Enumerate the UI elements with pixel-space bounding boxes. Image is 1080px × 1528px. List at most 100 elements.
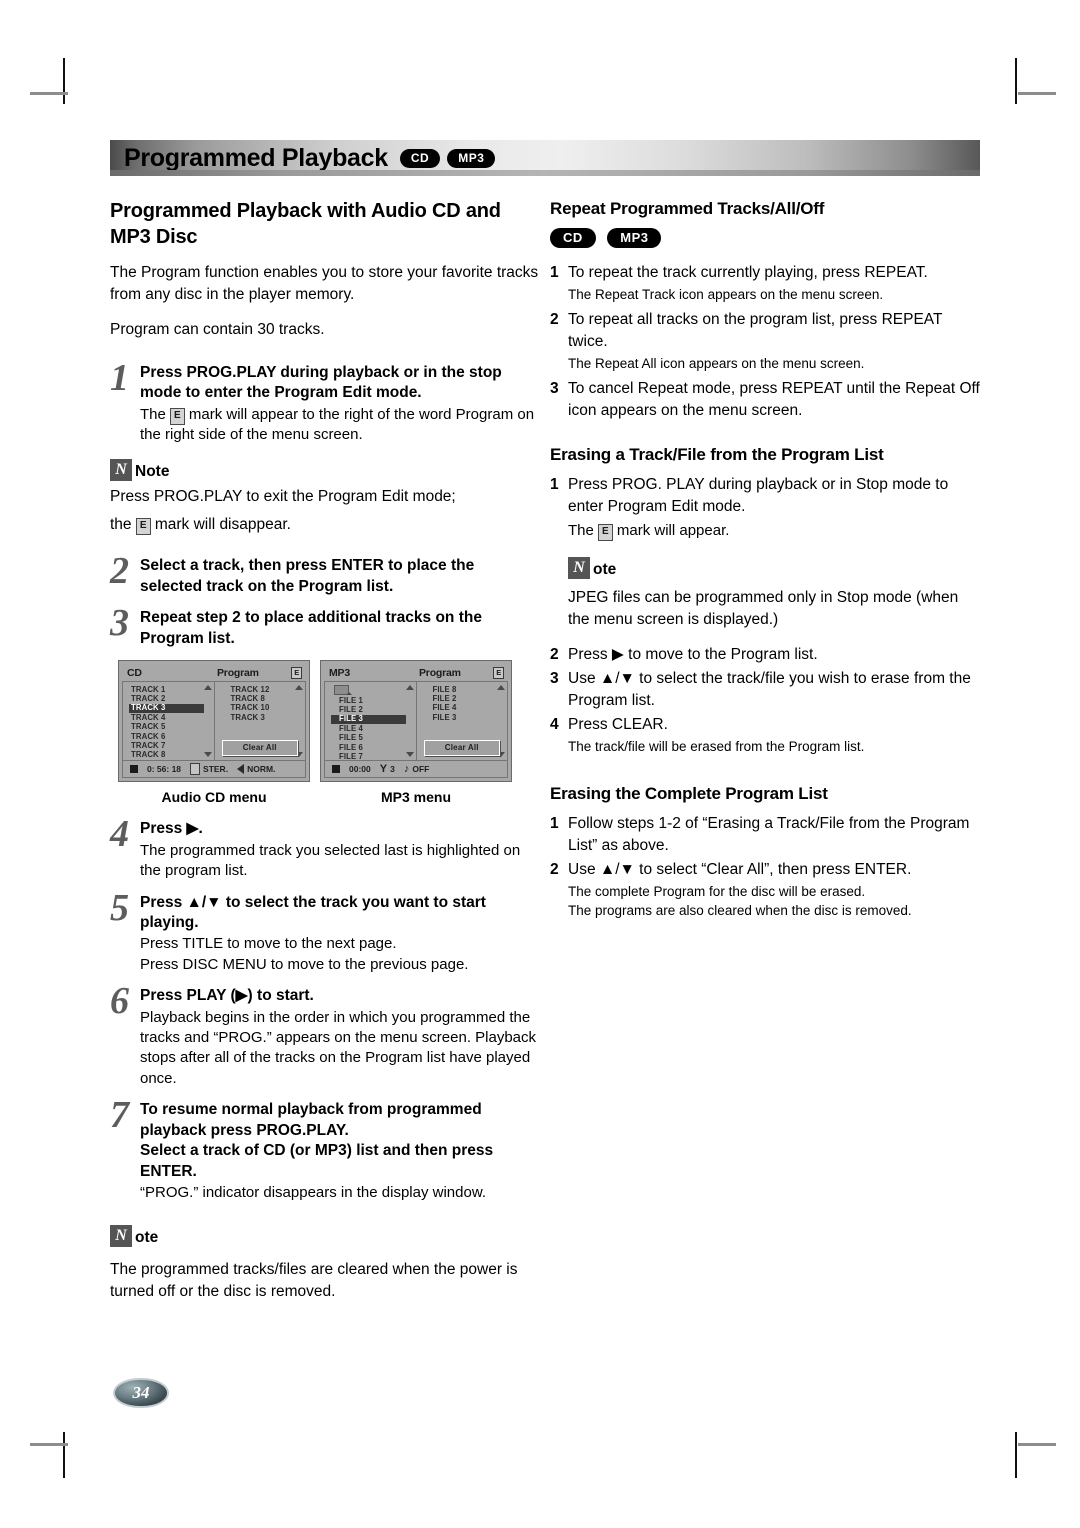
erase-track-step-4-number: 4 (550, 715, 559, 733)
track-icon: Υ (379, 762, 388, 775)
menu-captions: Audio CD menu MP3 menu (118, 789, 540, 805)
note-2-header: N ote (110, 1225, 540, 1248)
page-header-banner: Programmed Playback CD MP3 (110, 140, 980, 176)
erase-all-steps: 1 Follow steps 1-2 of “Erasing a Track/F… (550, 813, 980, 921)
manual-page: Programmed Playback CD MP3 Programmed Pl… (110, 140, 980, 1430)
step-4-description: The programmed track you selected last i… (140, 841, 521, 880)
list-item: 2 Use ▲/▼ to select “Clear All”, then pr… (550, 859, 980, 881)
stop-icon (332, 765, 340, 774)
step-7-heading: To resume normal playback from programme… (140, 1101, 482, 1139)
mp3-menu-track-number: 3 (390, 764, 395, 775)
repeat-step-1-subnote: The Repeat Track icon appears on the men… (568, 287, 884, 303)
repeat-section-title: Repeat Programmed Tracks/All/Off (550, 199, 825, 218)
list-item: TRACK 10 (230, 703, 270, 713)
cd-menu-titlebar: CD Program E (122, 664, 306, 681)
edit-mark-icon: E (170, 407, 185, 425)
list-item-selected: TRACK 3 (129, 703, 204, 714)
intro-paragraph-2: Program can contain 30 tracks. (110, 320, 325, 338)
left-column: Programmed Playback with Audio CD and MP… (110, 198, 540, 1316)
note-1-label: Note (135, 463, 170, 481)
step-3-heading: Repeat step 2 to place additional tracks… (140, 609, 482, 647)
step-5-number: 5 (110, 886, 129, 929)
edit-mark-icon: E (598, 523, 613, 541)
step-5: 5 Press ▲/▼ to select the track you want… (110, 886, 540, 976)
cd-menu-audio-label: STER. (203, 764, 229, 775)
note-icon: N (568, 556, 590, 579)
cd-menu-title: CD (127, 666, 142, 679)
mp3-menu-source-pane: FILE 1 FILE 2 FILE 3 FILE 4 FILE 5 FILE … (325, 682, 416, 761)
mp3-menu-sound-label: OFF (412, 764, 430, 775)
step-1-body: Press PROG.PLAY during playback or in th… (140, 363, 540, 446)
step-2-heading: Select a track, then press ENTER to plac… (140, 557, 475, 595)
edit-mark-icon: E (135, 518, 151, 536)
mp3-menu-track-count: Υ 3 (379, 762, 395, 775)
mp3-menu-elapsed-time: 00:00 (349, 764, 371, 775)
cd-menu-panes: TRACK 1 TRACK 2 TRACK 3 TRACK 4 TRACK 5 … (122, 681, 306, 762)
erase-track-sub-before: The (568, 521, 594, 539)
intro-paragraph-1: The Program function enables you to stor… (110, 263, 539, 303)
mp3-menu-panes: FILE 1 FILE 2 FILE 3 FILE 4 FILE 5 FILE … (324, 681, 508, 762)
list-item: 3 To cancel Repeat mode, press REPEAT un… (550, 378, 980, 422)
step-5-body: Press ▲/▼ to select the track you want t… (140, 893, 540, 976)
list-item: 4 Press CLEAR. (550, 714, 980, 736)
step-1-description: The E mark will appear to the right of t… (140, 405, 540, 446)
mp3-menu-program-list: FILE 8 FILE 2 FILE 4 FILE 3 (417, 682, 508, 723)
step-4-body: Press ▶. The programmed track you select… (140, 819, 540, 881)
step-1: 1 Press PROG.PLAY during playback or in … (110, 356, 540, 446)
step-6: 6 Press PLAY (▶) to start. Playback begi… (110, 980, 540, 1089)
crop-mark-right-bottom (1018, 1443, 1056, 1446)
osd-menu-illustrations: CD Program E TRACK 1 TRACK 2 TRACK 3 TRA… (118, 660, 540, 783)
header-badge-mp3: MP3 (447, 148, 496, 168)
left-section-title: Programmed Playback with Audio CD and MP… (110, 200, 501, 249)
note-1-line-2-after: mark will disappear. (154, 516, 291, 534)
note-3-text: JPEG files can be programmed only in Sto… (568, 588, 959, 628)
scroll-up-arrow-icon (295, 685, 303, 691)
step-3: 3 Repeat step 2 to place additional trac… (110, 604, 540, 649)
erase-track-step-1-number: 1 (550, 475, 559, 493)
step-6-number: 6 (110, 980, 129, 1023)
erase-all-step-2-text: Use ▲/▼ to select “Clear All”, then pres… (568, 860, 912, 878)
cd-menu-sound-mode: NORM. (237, 764, 275, 775)
list-item: FILE 7 (339, 751, 363, 761)
step-4-heading: Press ▶. (140, 820, 203, 838)
list-item: 2 Press ▶ to move to the Program list. (550, 644, 980, 666)
note-1-line-2-before: the (110, 516, 132, 534)
repeat-section-badges: CD MP3 (550, 228, 980, 249)
crop-mark-left-bottom (30, 1443, 68, 1446)
erase-all-step-2-number: 2 (550, 860, 559, 878)
step-2-body: Select a track, then press ENTER to plac… (140, 556, 540, 597)
step-5-description: Press TITLE to move to the next page. Pr… (140, 935, 469, 973)
step-2-number: 2 (110, 550, 129, 593)
list-item: FILE 5 (339, 733, 363, 743)
crop-mark-right-top (1018, 92, 1056, 95)
step-1-heading: Press PROG.PLAY during playback or in th… (140, 363, 502, 402)
step-6-body: Press PLAY (▶) to start. Playback begins… (140, 986, 540, 1089)
erase-track-step-1-text: Press PROG. PLAY during playback or in S… (568, 475, 949, 515)
mp3-menu-edit-mark-icon: E (493, 667, 504, 679)
step-2: 2 Select a track, then press ENTER to pl… (110, 550, 540, 597)
repeat-step-1-text: To repeat the track currently playing, p… (568, 264, 928, 282)
step-4: 4 Press ▶. The programmed track you sele… (110, 813, 540, 881)
erase-track-step-4-subnote: The track/file will be erased from the P… (568, 738, 865, 754)
mp3-menu-source-list: FILE 1 FILE 2 FILE 3 FILE 4 FILE 5 FILE … (325, 682, 416, 760)
cd-menu-audio-mode: STER. (190, 763, 229, 776)
note-3-label: ote (593, 560, 617, 578)
list-item: TRACK 5 (131, 722, 166, 732)
crop-mark-bottom-right (1015, 1432, 1017, 1478)
mp3-menu-program-pane: FILE 8 FILE 2 FILE 4 FILE 3 Clear All (415, 682, 508, 761)
list-item: 3 Use ▲/▼ to select the track/file you w… (550, 668, 980, 712)
step-1-desc-after: mark will appear to the right of the wor… (140, 405, 535, 444)
step-4-number: 4 (110, 813, 129, 856)
scroll-down-arrow-icon (203, 752, 212, 758)
clear-all-button: Clear All (423, 740, 500, 757)
audio-mode-icon (190, 763, 201, 776)
list-item: TRACK 8 (131, 750, 166, 760)
cd-menu-program-pane: TRACK 12 TRACK 8 TRACK 10 TRACK 3 Clear … (213, 682, 305, 761)
scroll-up-arrow-icon (497, 685, 505, 691)
list-item: 1 Follow steps 1-2 of “Erasing a Track/F… (550, 813, 980, 857)
stop-icon (130, 765, 138, 774)
step-1-number: 1 (110, 356, 129, 399)
scroll-up-arrow-icon (405, 685, 414, 691)
cd-menu-status-bar: 0: 56: 18 STER. NORM. (122, 761, 306, 779)
note-2-label: ote (135, 1229, 159, 1247)
